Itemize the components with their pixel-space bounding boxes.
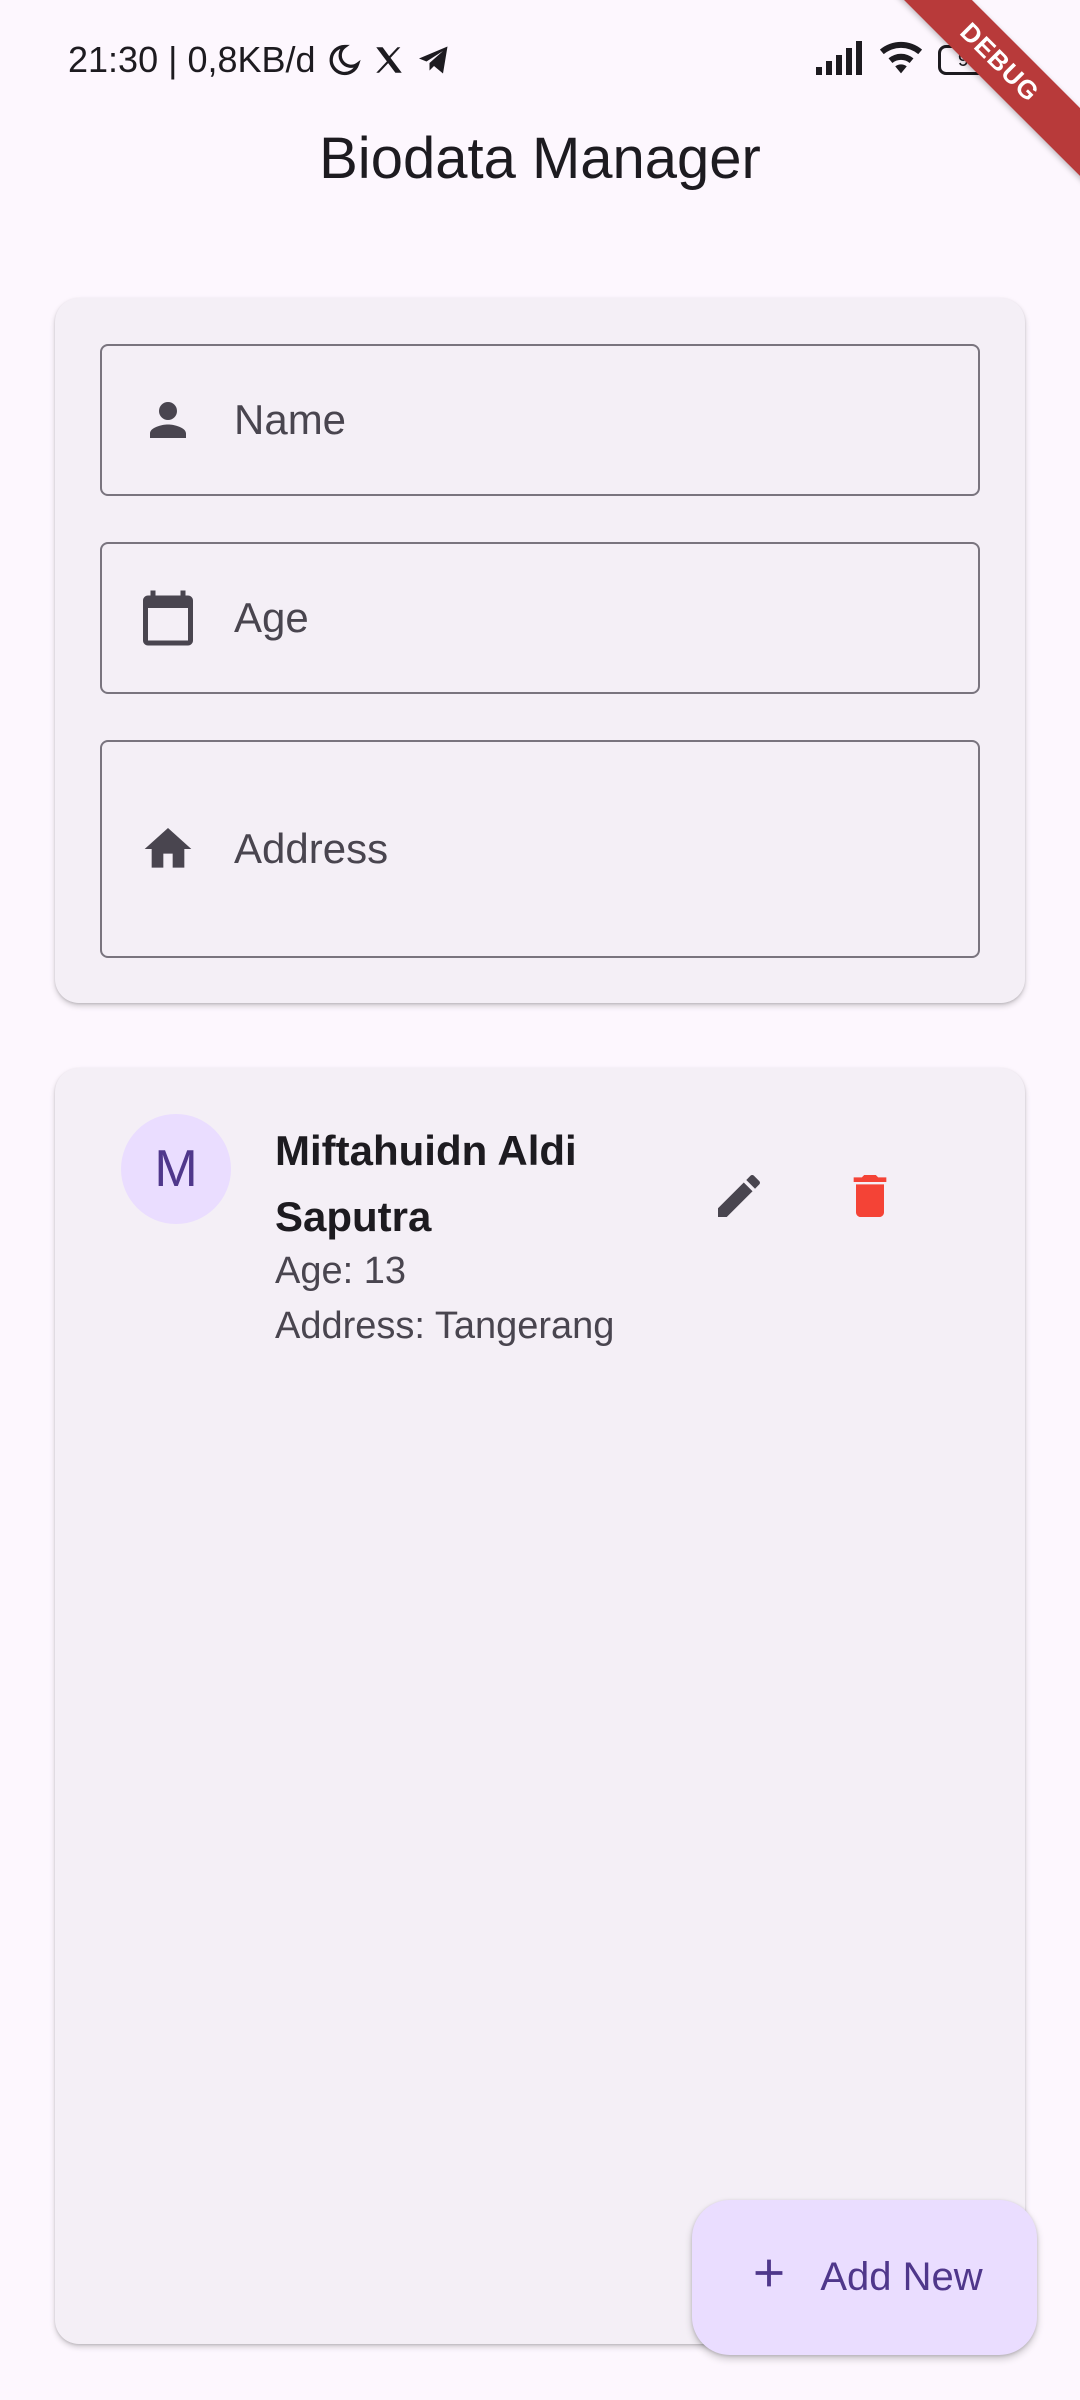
- telegram-icon: [416, 42, 452, 78]
- add-new-button[interactable]: Add New: [692, 2200, 1037, 2355]
- home-icon: [138, 819, 198, 879]
- trash-icon: [842, 1168, 898, 1229]
- biodata-list-card: M Miftahuidn Aldi Saputra Age: 13 Addres…: [55, 1068, 1025, 2344]
- address-field[interactable]: [100, 740, 980, 958]
- page-title: Biodata Manager: [319, 126, 761, 191]
- name-input[interactable]: [234, 396, 934, 444]
- plus-icon: [746, 2250, 792, 2306]
- age-field[interactable]: [100, 542, 980, 694]
- add-new-label: Add New: [820, 2255, 983, 2299]
- moon-icon: [326, 42, 362, 78]
- item-name: Miftahuidn Aldi Saputra: [275, 1127, 577, 1240]
- avatar: M: [121, 1114, 231, 1224]
- item-age: Age: 13: [275, 1250, 406, 1292]
- calendar-icon: [138, 588, 198, 648]
- age-input[interactable]: [234, 594, 934, 642]
- screen: 21:30 | 0,8KB/d DEBUG Biodata Manager Na…: [0, 0, 1080, 2400]
- form-card: [55, 298, 1025, 1003]
- name-field[interactable]: [100, 344, 980, 496]
- signal-icon: [816, 40, 864, 80]
- status-time: 21:30 | 0,8KB/d: [68, 39, 316, 80]
- person-icon: [138, 390, 198, 450]
- list-item[interactable]: M Miftahuidn Aldi Saputra Age: 13 Addres…: [55, 1068, 1025, 1368]
- address-input[interactable]: [234, 825, 934, 873]
- status-bar: 21:30 | 0,8KB/d: [0, 0, 1080, 120]
- status-bar-left: 21:30 | 0,8KB/d: [68, 36, 452, 84]
- avatar-initial: M: [154, 1140, 198, 1198]
- delete-button[interactable]: [822, 1150, 918, 1246]
- item-address: Address: Tangerang: [275, 1305, 615, 1347]
- pencil-icon: [711, 1168, 767, 1229]
- wifi-icon: [878, 40, 924, 81]
- x-icon: [372, 43, 406, 77]
- edit-button[interactable]: [691, 1150, 787, 1246]
